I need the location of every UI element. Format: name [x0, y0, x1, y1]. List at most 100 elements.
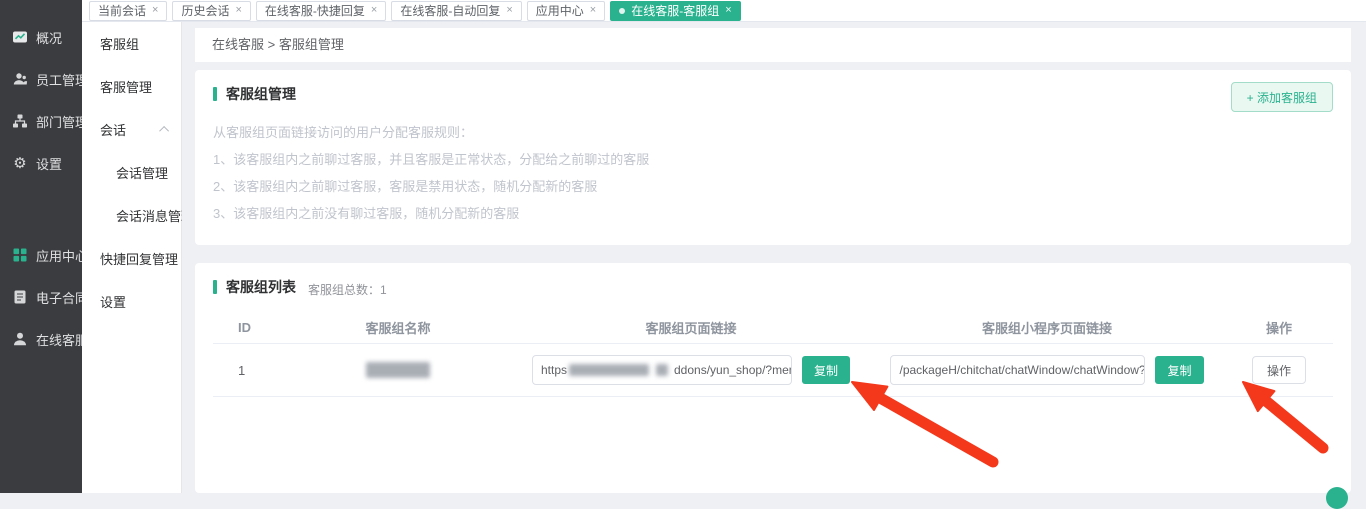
submenu-item-session-message-manage[interactable]: 会话消息管理: [82, 194, 181, 237]
add-service-group-button[interactable]: + 添加客服组: [1231, 82, 1333, 112]
sidebar-item-departments[interactable]: 部门管理: [0, 100, 82, 142]
assign-rules: 从客服组页面链接访问的用户分配客服规则： 1、该客服组内之前聊过客服，并且客服是…: [213, 119, 1333, 227]
breadcrumb: 在线客服 > 客服组管理: [195, 28, 1351, 62]
submenu-item-quick-reply-manage[interactable]: 快捷回复管理: [82, 237, 181, 280]
sidebar-item-online-service[interactable]: 在线客服: [0, 318, 82, 360]
section-title: 客服组管理: [226, 84, 296, 104]
submenu-item-service-manage[interactable]: 客服管理: [82, 65, 181, 108]
rule-line: 1、该客服组内之前聊过客服，并且客服是正常状态，分配给之前聊过的客服: [213, 146, 1333, 173]
employee-icon: [12, 71, 28, 87]
contract-document-icon: [12, 289, 28, 305]
column-header-action: 操作: [1225, 318, 1333, 337]
section-title: 客服组列表: [226, 277, 296, 297]
tab-label: 历史会话: [181, 2, 229, 19]
tab-history-session[interactable]: 历史会话 ×: [172, 1, 250, 21]
copy-page-link-button[interactable]: 复制: [802, 356, 850, 384]
close-icon[interactable]: ×: [590, 5, 596, 16]
close-icon[interactable]: ×: [152, 5, 158, 16]
service-group-manage-card: 客服组管理 + 添加客服组 从客服组页面链接访问的用户分配客服规则： 1、该客服…: [195, 70, 1351, 245]
submenu-label: 快捷回复管理: [100, 249, 178, 268]
tab-app-center[interactable]: 应用中心 ×: [527, 1, 605, 21]
tab-quick-reply[interactable]: 在线客服-快捷回复 ×: [256, 1, 386, 21]
list-header-row: 客服组列表 客服组总数：1: [213, 277, 1333, 298]
submenu-label: 客服组: [100, 34, 139, 53]
submenu-label: 客服管理: [100, 77, 152, 96]
active-dot-icon: [619, 8, 625, 14]
content-row: 客服组 客服管理 会话 会话管理 会话消息管理 快捷回复管理: [82, 22, 1366, 493]
rule-line: 2、该客服组内之前聊过客服，客服是禁用状态，随机分配新的客服: [213, 173, 1333, 200]
sidebar-item-label: 概况: [36, 28, 62, 47]
sidebar-item-employees[interactable]: 员工管理: [0, 58, 82, 100]
copy-mini-link-button[interactable]: 复制: [1155, 356, 1203, 384]
tab-service-group[interactable]: 在线客服-客服组 ×: [610, 1, 740, 21]
service-person-icon: [12, 331, 28, 347]
sidebar-item-label: 部门管理: [36, 112, 88, 131]
rules-title: 从客服组页面链接访问的用户分配客服规则：: [213, 119, 1333, 146]
floating-help-button[interactable]: [1326, 487, 1348, 509]
tab-label: 在线客服-客服组: [631, 2, 719, 19]
submenu-label: 会话: [100, 120, 126, 139]
sidebar-item-label: 在线客服: [36, 330, 88, 349]
table-header-row: ID 客服组名称 客服组页面链接 客服组小程序页面链接 操作: [213, 312, 1333, 344]
redacted-path: [656, 364, 668, 376]
cell-id: 1: [213, 363, 283, 378]
cell-group-name: [283, 362, 513, 378]
row-action-button[interactable]: 操作: [1252, 356, 1306, 384]
sidebar-item-label: 电子合同: [36, 288, 88, 307]
tab-current-session[interactable]: 当前会话 ×: [89, 1, 167, 21]
tab-label: 当前会话: [98, 2, 146, 19]
main-sidebar: 概况 员工管理 部门管理 ⚙ 设置 应用中心: [0, 0, 82, 493]
gear-icon: ⚙: [12, 155, 28, 171]
column-header-id: ID: [213, 320, 283, 335]
submenu-item-session[interactable]: 会话: [82, 108, 181, 151]
page-link-input[interactable]: https ddons/yun_shop/?menu: [532, 355, 792, 385]
mini-link-text: /packageH/chitchat/chatWindow/chatWindow…: [899, 356, 1145, 384]
cell-action: 操作: [1225, 356, 1333, 384]
chevron-up-icon: [159, 126, 169, 136]
submenu-item-session-manage[interactable]: 会话管理: [82, 151, 181, 194]
sidebar-item-label: 设置: [36, 154, 62, 173]
app-window: 概况 员工管理 部门管理 ⚙ 设置 应用中心: [0, 0, 1366, 493]
link-prefix-text: https: [541, 356, 567, 384]
rule-line: 3、该客服组内之前没有聊过客服，随机分配新的客服: [213, 200, 1333, 227]
close-icon[interactable]: ×: [235, 5, 241, 16]
submenu-label: 会话管理: [116, 163, 168, 182]
right-column: 当前会话 × 历史会话 × 在线客服-快捷回复 × 在线客服-自动回复 × 应用…: [82, 0, 1366, 493]
sidebar-item-overview[interactable]: 概况: [0, 16, 82, 58]
main-content: 在线客服 > 客服组管理 客服组管理 + 添加客服组 从客服组页面链接访问的用户…: [182, 22, 1366, 493]
dashboard-chart-icon: [12, 29, 28, 45]
section-marker-bar: [213, 280, 217, 294]
sidebar-item-app-center[interactable]: 应用中心: [0, 234, 82, 276]
column-header-name: 客服组名称: [283, 318, 513, 337]
submenu-item-service-group[interactable]: 客服组: [82, 22, 181, 65]
submenu-label: 设置: [100, 292, 126, 311]
close-icon[interactable]: ×: [725, 5, 731, 16]
tab-auto-reply[interactable]: 在线客服-自动回复 ×: [391, 1, 521, 21]
service-group-table: ID 客服组名称 客服组页面链接 客服组小程序页面链接 操作 1: [213, 312, 1333, 397]
column-header-page-link: 客服组页面链接: [513, 318, 869, 337]
mini-program-link-input[interactable]: /packageH/chitchat/chatWindow/chatWindow…: [890, 355, 1145, 385]
sidebar-spacer: [0, 184, 82, 234]
module-submenu: 客服组 客服管理 会话 会话管理 会话消息管理 快捷回复管理: [82, 22, 182, 493]
column-header-mini-link: 客服组小程序页面链接: [869, 318, 1225, 337]
service-group-list-card: 客服组列表 客服组总数：1 ID 客服组名称 客服组页面链接 客服组小程序页面链…: [195, 263, 1351, 493]
close-icon[interactable]: ×: [371, 5, 377, 16]
redacted-group-name: [366, 362, 430, 378]
apps-grid-icon: [12, 247, 28, 263]
org-tree-icon: [12, 113, 28, 129]
tab-label: 在线客服-快捷回复: [265, 2, 365, 19]
section-marker-bar: [213, 87, 217, 101]
close-icon[interactable]: ×: [506, 5, 512, 16]
sidebar-item-label: 员工管理: [36, 70, 88, 89]
section-title-row: 客服组列表: [213, 277, 296, 297]
tab-label: 应用中心: [536, 2, 584, 19]
sidebar-item-e-contract[interactable]: 电子合同: [0, 276, 82, 318]
submenu-item-settings[interactable]: 设置: [82, 280, 181, 323]
group-total-count: 客服组总数：1: [308, 281, 387, 298]
sidebar-item-settings[interactable]: ⚙ 设置: [0, 142, 82, 184]
link-suffix-text: ddons/yun_shop/?menu: [674, 356, 792, 384]
tab-label: 在线客服-自动回复: [400, 2, 500, 19]
section-title-row: 客服组管理: [213, 84, 1333, 104]
tab-bar: 当前会话 × 历史会话 × 在线客服-快捷回复 × 在线客服-自动回复 × 应用…: [82, 0, 1366, 22]
cell-mini-link: /packageH/chitchat/chatWindow/chatWindow…: [869, 355, 1225, 385]
